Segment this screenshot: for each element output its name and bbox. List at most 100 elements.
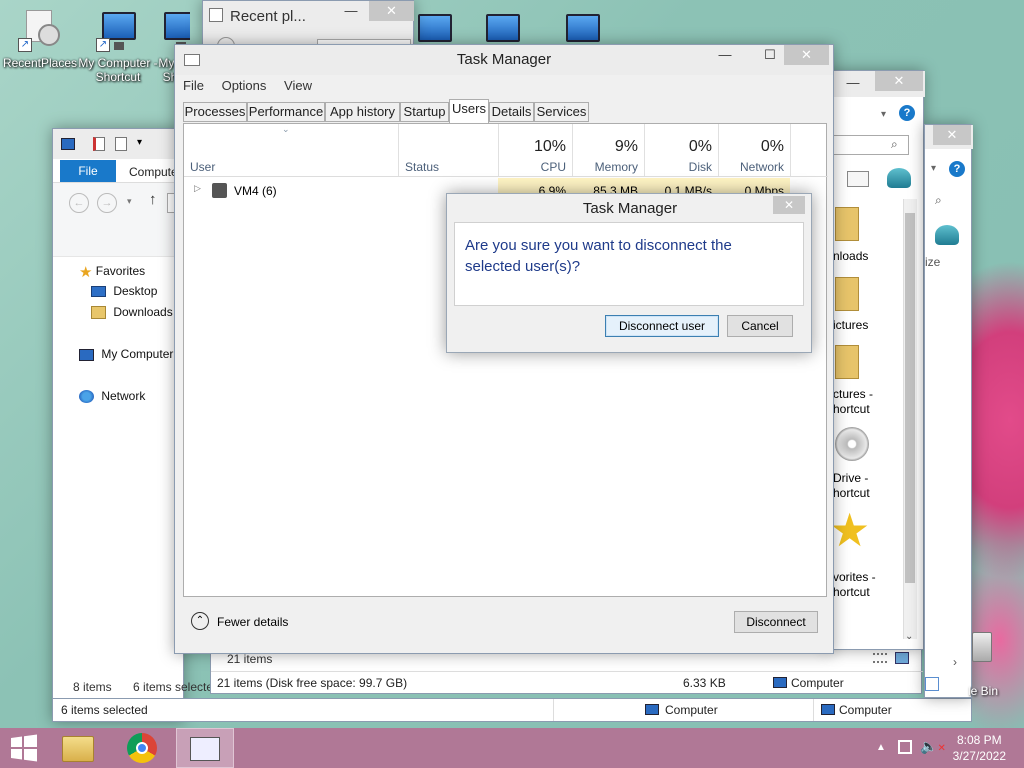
disconnect-button[interactable]: Disconnect xyxy=(734,611,818,633)
desktop-icon-computer-top[interactable] xyxy=(418,12,458,52)
column-header-network[interactable]: Network xyxy=(718,160,784,174)
view-icon[interactable] xyxy=(847,171,869,187)
shell-icon xyxy=(935,225,959,245)
nav-my-computer[interactable]: My Computer xyxy=(79,347,173,361)
chevron-down-icon[interactable]: ▾ xyxy=(137,137,142,148)
taskbar-chrome[interactable] xyxy=(114,728,170,768)
recentplaces-icon: ↗ xyxy=(18,10,62,52)
item-label: Drive - xyxy=(833,471,869,485)
tab-app-history[interactable]: App history xyxy=(325,102,400,122)
tab-details[interactable]: Details xyxy=(489,102,534,122)
menu-file[interactable]: File xyxy=(183,78,204,93)
desktop-icon-recentplaces[interactable]: ↗ RecentPlaces xyxy=(0,10,80,70)
chevron-down-icon[interactable]: ▾ xyxy=(931,163,936,174)
cpu-total: 10% xyxy=(533,138,566,155)
recent-places-window[interactable]: Recent pl... — ✕ xyxy=(202,0,414,55)
show-hidden-icons[interactable]: ▲ xyxy=(876,742,886,753)
scroll-down-icon[interactable]: ⌄ xyxy=(905,631,913,642)
column-header-status[interactable]: Status xyxy=(405,160,439,174)
explorer-window-right-2[interactable]: ✕ ▾ ? ⌕ ize › xyxy=(924,124,973,698)
column-header-disk[interactable]: Disk xyxy=(644,160,712,174)
disk-total: 0% xyxy=(688,138,712,155)
close-icon[interactable]: ✕ xyxy=(933,125,971,145)
minimize-icon[interactable]: — xyxy=(710,45,740,65)
column-separator xyxy=(398,124,399,176)
selected-size: 6.33 KB xyxy=(683,676,726,690)
computer-icon xyxy=(61,138,75,150)
chrome-icon-center xyxy=(136,742,148,754)
nav-downloads[interactable]: Downloads xyxy=(91,305,173,320)
fewer-details-link[interactable]: Fewer details xyxy=(217,615,288,629)
volume-muted-icon[interactable]: 🔈✕ xyxy=(920,738,946,755)
details-view-icon[interactable] xyxy=(873,653,887,663)
column-header-user[interactable]: User xyxy=(190,160,215,174)
back-icon[interactable]: ← xyxy=(69,193,89,213)
network-tray-icon[interactable] xyxy=(898,740,912,754)
taskbar-file-explorer[interactable] xyxy=(52,728,108,768)
nav-desktop[interactable]: Desktop xyxy=(91,284,157,298)
status-row: 21 items (Disk free space: 99.7 GB) 6.33… xyxy=(211,671,923,693)
close-icon[interactable]: ✕ xyxy=(369,1,414,21)
start-button[interactable] xyxy=(0,728,56,768)
close-icon[interactable]: ✕ xyxy=(784,45,829,65)
item-label: nloads xyxy=(833,249,869,263)
recent-locations-icon[interactable]: ▾ xyxy=(127,196,132,207)
expand-chevron-icon[interactable]: ▷ xyxy=(194,183,201,194)
close-icon[interactable]: ✕ xyxy=(773,196,805,214)
large-icons-view-icon[interactable] xyxy=(895,652,909,664)
system-clock[interactable]: 8:08 PM 3/27/2022 xyxy=(953,732,1006,764)
up-icon[interactable]: ↑ xyxy=(149,191,157,208)
computer-tab[interactable]: Compute xyxy=(129,165,178,179)
taskbar-task-manager[interactable] xyxy=(176,728,234,768)
help-icon[interactable]: ? xyxy=(949,161,965,177)
desktop-icon-computer-top[interactable] xyxy=(566,12,606,52)
properties-icon[interactable] xyxy=(93,137,105,151)
close-icon[interactable]: ✕ xyxy=(875,71,923,91)
task-manager-icon xyxy=(190,737,220,761)
tab-startup[interactable]: Startup xyxy=(400,102,449,122)
column-header-cpu[interactable]: CPU xyxy=(498,160,566,174)
explorer-window-left[interactable]: ▾ File Compute ← → ▾ ↑ ★ Favorites Deskt… xyxy=(52,128,213,722)
tab-services[interactable]: Services xyxy=(534,102,589,122)
search-icon: ⌕ xyxy=(891,137,898,151)
cancel-button[interactable]: Cancel xyxy=(727,315,793,337)
forward-icon[interactable]: → xyxy=(97,193,117,213)
details-view-icon[interactable] xyxy=(925,677,939,691)
nav-network[interactable]: Network xyxy=(79,389,145,404)
header-divider xyxy=(184,176,828,177)
desktop-icon-my-computer-shortcut[interactable]: ↗ My Computer - Shortcut xyxy=(76,10,160,84)
user-avatar-icon xyxy=(212,183,227,198)
minimize-icon[interactable]: — xyxy=(843,73,863,93)
fewer-details-icon[interactable]: ⌃ xyxy=(191,612,209,630)
menu-options[interactable]: Options xyxy=(222,78,267,93)
quick-access-toolbar: ▾ xyxy=(53,129,185,159)
desktop-icon-computer-top[interactable] xyxy=(486,12,526,52)
clock-date: 3/27/2022 xyxy=(952,749,1006,763)
computer-icon: ↗ xyxy=(96,10,140,52)
maximize-icon[interactable]: ☐ xyxy=(755,45,785,65)
item-label: vorites - xyxy=(833,570,876,584)
item-label: ictures xyxy=(833,318,869,332)
status-sep xyxy=(813,699,814,721)
folder-icon xyxy=(62,736,94,762)
chevron-down-icon[interactable]: ▾ xyxy=(881,109,886,120)
tab-users[interactable]: Users xyxy=(449,99,489,124)
scroll-thumb[interactable] xyxy=(905,213,915,583)
disconnect-confirm-dialog[interactable]: Task Manager ✕ Are you sure you want to … xyxy=(446,193,812,353)
column-header-memory[interactable]: Memory xyxy=(572,160,638,174)
item-label: hortcut xyxy=(833,402,870,416)
minimize-icon[interactable]: — xyxy=(336,1,366,21)
nav-favorites[interactable]: ★ Favorites xyxy=(79,263,145,281)
file-tab[interactable]: File xyxy=(60,160,116,182)
disconnect-user-button[interactable]: Disconnect user xyxy=(605,315,719,337)
tab-performance[interactable]: Performance xyxy=(247,102,325,122)
new-folder-icon[interactable] xyxy=(115,137,127,151)
desktop-icon-recycle-bin[interactable]: le Bin xyxy=(968,632,1024,698)
nav-favorites-label: Favorites xyxy=(95,264,146,279)
dialog-title: Task Manager xyxy=(582,200,678,217)
scroll-right-icon[interactable]: › xyxy=(953,655,957,669)
menu-view[interactable]: View xyxy=(284,78,312,93)
help-icon[interactable]: ? xyxy=(899,105,915,121)
explorer-window-right-1[interactable]: — ✕ ▾ ? ⌕ ⌄ nloads ictures ctures - hort… xyxy=(826,70,925,650)
tab-processes[interactable]: Processes xyxy=(183,102,247,122)
